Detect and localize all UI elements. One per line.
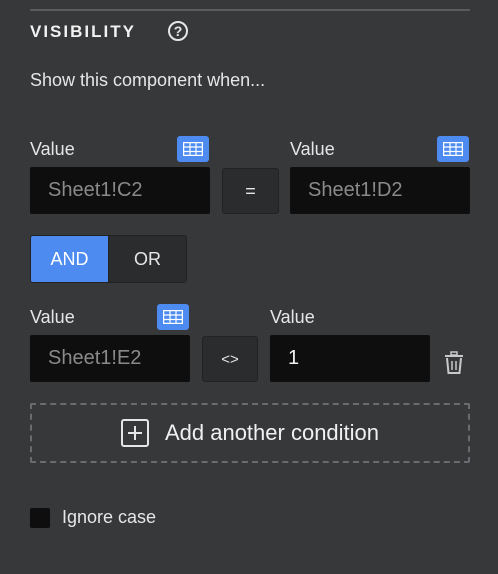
table-icon[interactable] [437, 136, 469, 162]
ignore-case-label: Ignore case [62, 507, 157, 527]
add-condition-label: Add another condition [164, 420, 380, 445]
condition2-right-field[interactable]: 1 [270, 335, 430, 382]
section-subtitle: Show this component when... [30, 70, 266, 90]
condition1-operator-button[interactable]: = [222, 168, 279, 214]
logic-toggle: AND OR [30, 235, 187, 283]
condition1-left-label: Value [30, 139, 75, 159]
condition2-left-label: Value [30, 307, 75, 327]
condition2-left-field[interactable]: Sheet1!E2 [30, 335, 190, 382]
add-condition-button[interactable]: Add another condition [30, 403, 470, 463]
logic-or-button[interactable]: OR [108, 236, 186, 282]
condition2-operator-button[interactable]: <> [202, 336, 258, 382]
section-title: VISIBILITY [30, 22, 136, 41]
condition1-right-field[interactable]: Sheet1!D2 [290, 167, 470, 214]
condition1-left-field[interactable]: Sheet1!C2 [30, 167, 210, 214]
trash-icon[interactable] [443, 351, 465, 375]
condition1-right-label: Value [290, 139, 335, 159]
table-icon[interactable] [177, 136, 209, 162]
plus-box-icon [120, 419, 149, 447]
logic-and-button[interactable]: AND [31, 236, 108, 282]
top-divider [30, 9, 470, 11]
table-icon[interactable] [157, 304, 189, 330]
help-icon[interactable]: ? [168, 21, 188, 41]
ignore-case-checkbox[interactable] [30, 508, 50, 528]
condition2-right-label: Value [270, 307, 315, 327]
